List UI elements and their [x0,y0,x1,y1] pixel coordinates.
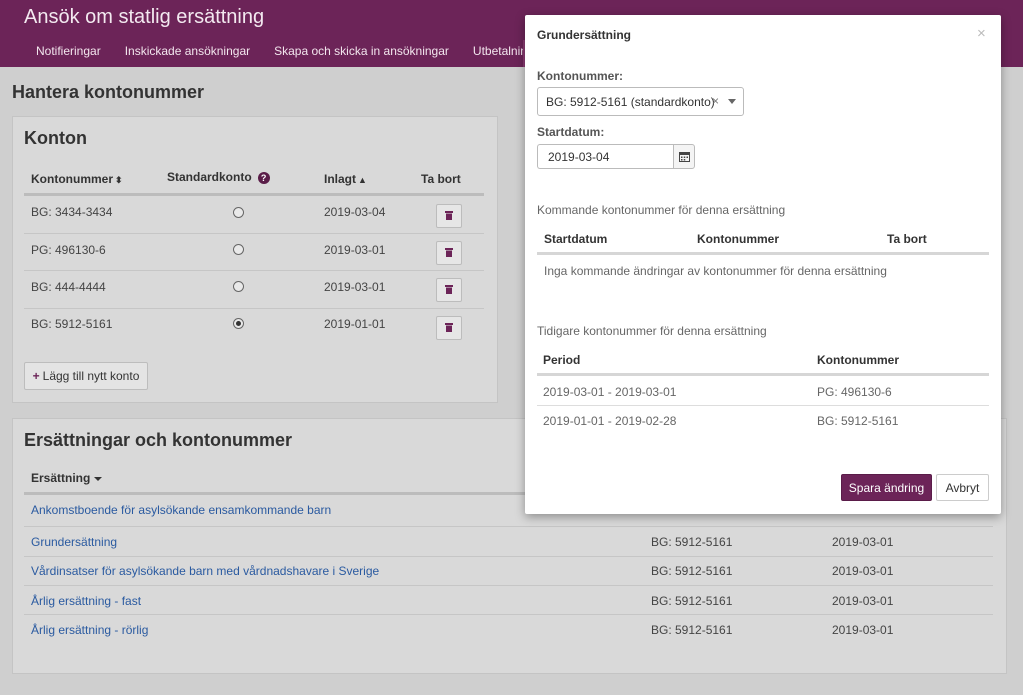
row-divider [537,405,989,406]
col-inlagt-label: Inlagt [324,172,356,186]
modal-title: Grundersättning [537,28,632,42]
previous-row-period: 2019-01-01 - 2019-02-28 [543,414,677,428]
table-row-kontonummer: BG: 5912-5161 [31,317,113,331]
trash-icon [445,248,453,257]
calendar-icon [679,152,690,162]
nav-inskickade[interactable]: Inskickade ansökningar [113,44,262,58]
kontonummer-label: Kontonummer: [537,69,623,83]
col-kontonummer-label: Kontonummer [31,172,113,186]
previous-col-kontonummer: Kontonummer [817,353,899,367]
nav-notifieringar[interactable]: Notifieringar [24,44,113,58]
edit-account-modal: Grundersättning × Kontonummer: BG: 5912-… [525,15,1001,514]
konton-title: Konton [24,128,87,148]
ersattning-link[interactable]: Grundersättning [31,535,117,549]
table-row-inlagt: 2019-03-01 [324,280,386,294]
ersattning-link[interactable]: Vårdinsatser för asylsökande barn med vå… [31,564,379,578]
ersattning-datum: 2019-03-01 [832,535,894,549]
startdatum-input[interactable] [537,144,673,169]
row-divider [24,270,484,271]
close-icon[interactable]: × [977,25,986,42]
konton-panel [12,116,498,403]
ersattning-datum: 2019-03-01 [832,564,894,578]
previous-col-period: Period [543,353,581,367]
row-divider [24,585,993,586]
upcoming-title: Kommande kontonummer för denna ersättnin… [537,203,786,217]
table-row-inlagt: 2019-03-04 [324,205,386,219]
previous-row-period: 2019-03-01 - 2019-03-01 [543,385,677,399]
cancel-button[interactable]: Avbryt [936,474,989,501]
ersattningar-title: Ersättningar och kontonummer [24,430,293,450]
sort-asc-icon: ▲ [358,175,367,185]
previous-title: Tidigare kontonummer för denna ersättnin… [537,324,767,338]
ersattning-datum: 2019-03-01 [832,594,894,608]
kontonummer-select-value: BG: 5912-5161 (standardkonto) [546,95,715,109]
ersattning-konto: BG: 5912-5161 [651,535,733,549]
previous-row-konto: PG: 496130-6 [817,385,892,399]
col-ersattning-label: Ersättning [31,471,91,485]
ersattning-link[interactable]: Årlig ersättning - rörlig [31,623,148,637]
save-button[interactable]: Spara ändring [841,474,932,501]
clear-icon[interactable]: × [712,94,719,108]
kontonummer-select[interactable]: BG: 5912-5161 (standardkonto) × [537,87,744,116]
row-divider [24,308,484,309]
add-account-label: Lägg till nytt konto [42,369,140,383]
trash-icon [445,211,453,220]
startdatum-label: Startdatum: [537,125,605,139]
upcoming-header-divider [537,252,989,255]
row-divider [24,614,993,615]
sort-desc-icon [94,476,103,481]
ersattning-link[interactable]: Ankomstboende för asylsökande ensamkomma… [31,503,331,517]
row-divider [24,556,993,557]
standard-radio[interactable] [233,207,244,218]
col-standardkonto-label: Standardkonto [167,170,252,184]
standard-radio-selected[interactable] [233,318,244,329]
delete-button[interactable] [436,204,462,228]
chevron-down-icon[interactable] [728,99,736,104]
trash-icon [445,323,453,332]
plus-icon: + [32,369,40,383]
trash-icon [445,285,453,294]
col-standardkonto: Standardkonto? [167,170,270,184]
ersattning-konto: BG: 5912-5161 [651,623,733,637]
standard-radio[interactable] [233,244,244,255]
help-icon[interactable]: ? [257,171,270,184]
col-ersattning[interactable]: Ersättning [31,471,103,485]
upcoming-col-ta-bort: Ta bort [887,232,927,246]
main-nav: Notifieringar Inskickade ansökningar Ska… [24,44,556,58]
upcoming-empty-text: Inga kommande ändringar av kontonummer f… [544,264,887,278]
col-ta-bort: Ta bort [421,172,461,186]
table-row-kontonummer: PG: 496130-6 [31,243,106,257]
add-account-button[interactable]: + Lägg till nytt konto [24,362,148,390]
ersattning-datum: 2019-03-01 [832,623,894,637]
ersattning-konto: BG: 5912-5161 [651,594,733,608]
app-title: Ansök om statlig ersättning [24,6,265,28]
upcoming-col-kontonummer: Kontonummer [697,232,779,246]
table-header-divider [24,193,484,196]
table-row-inlagt: 2019-03-01 [324,243,386,257]
standard-radio[interactable] [233,281,244,292]
col-inlagt[interactable]: Inlagt ▲ [324,172,367,186]
row-divider [24,526,993,527]
col-kontonummer[interactable]: Kontonummer ⬍ [31,172,123,186]
row-divider [24,233,484,234]
previous-row-konto: BG: 5912-5161 [817,414,899,428]
delete-button[interactable] [436,278,462,302]
upcoming-col-startdatum: Startdatum [544,232,608,246]
table-row-kontonummer: BG: 3434-3434 [31,205,113,219]
nav-skapa[interactable]: Skapa och skicka in ansökningar [262,44,461,58]
page-title: Hantera kontonummer [12,82,205,102]
ersattning-konto: BG: 5912-5161 [651,564,733,578]
previous-header-divider [537,373,989,376]
ersattning-link[interactable]: Årlig ersättning - fast [31,594,141,608]
table-row-kontonummer: BG: 444-4444 [31,280,106,294]
table-row-inlagt: 2019-01-01 [324,317,386,331]
delete-button[interactable] [436,316,462,340]
delete-button[interactable] [436,241,462,265]
sort-icon: ⬍ [115,175,123,185]
calendar-button[interactable] [673,144,695,169]
